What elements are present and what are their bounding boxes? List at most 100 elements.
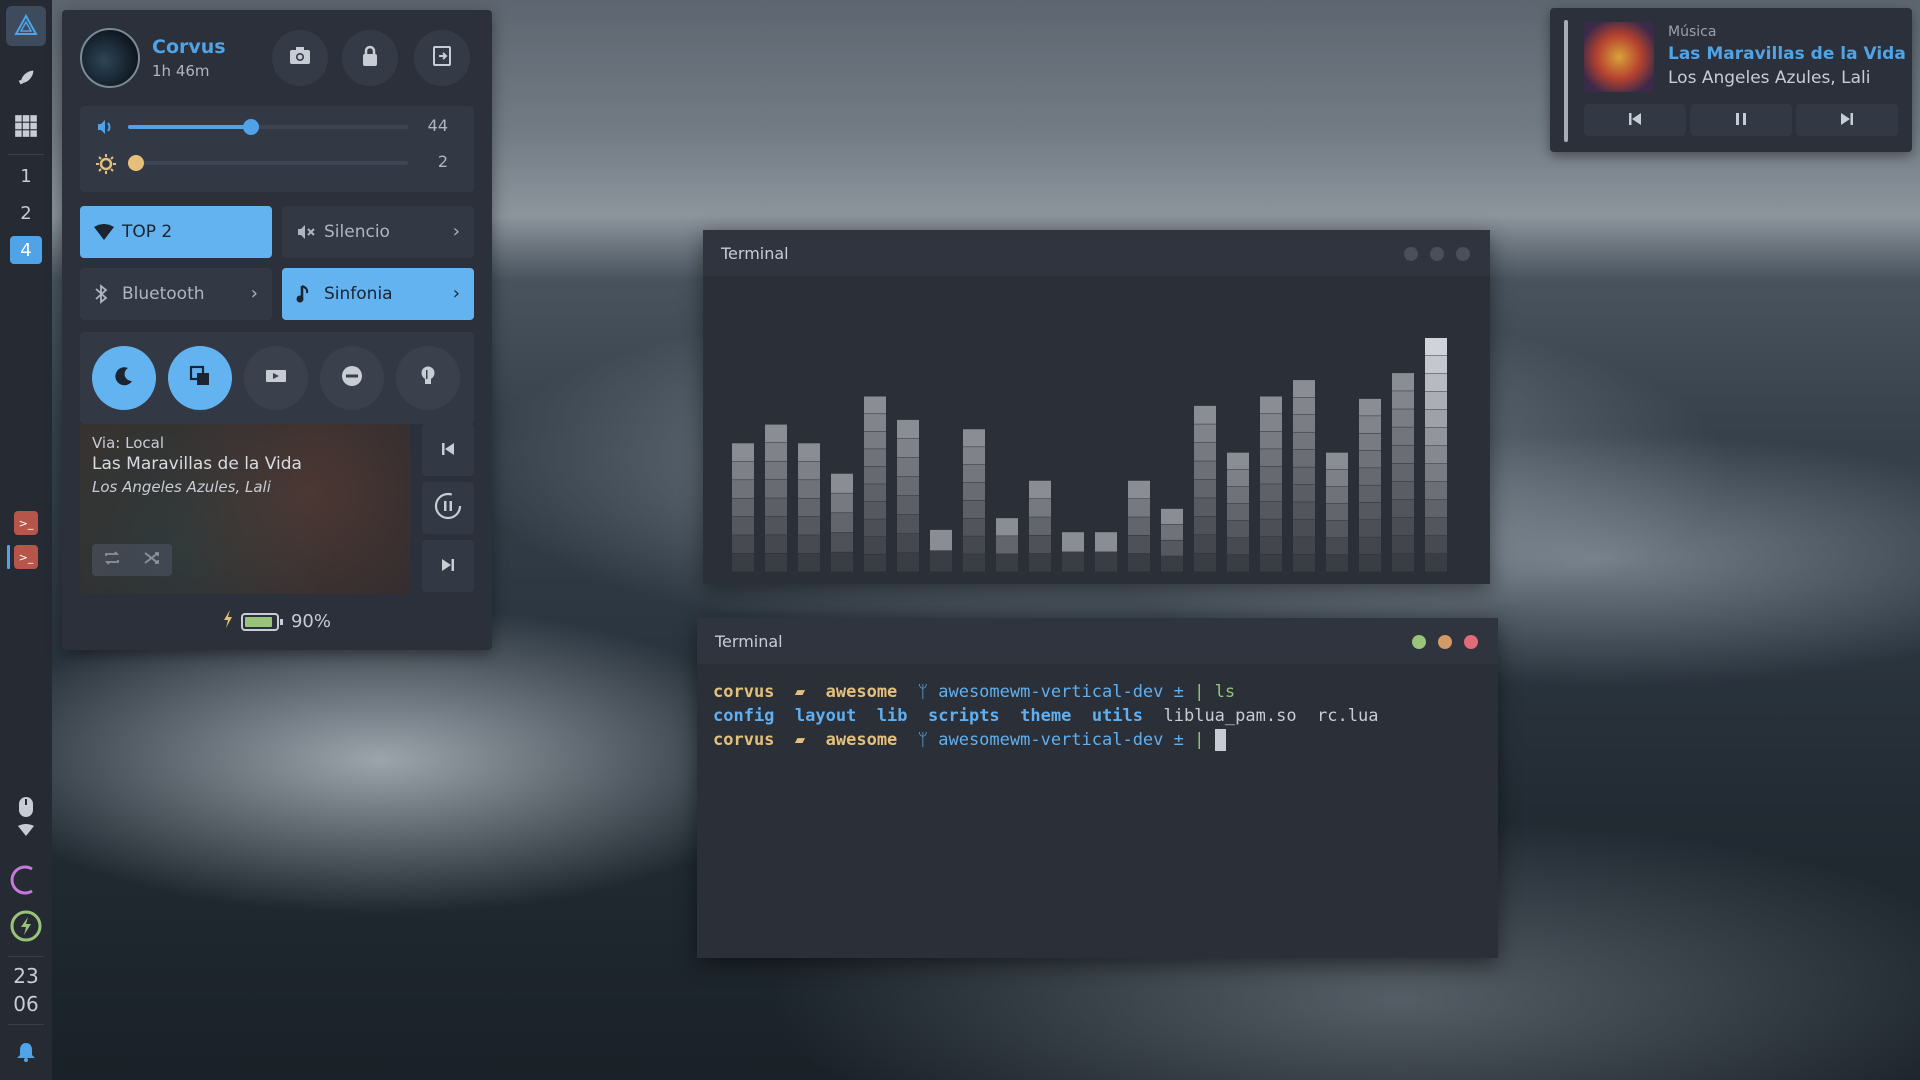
visualizer-bar — [1062, 532, 1084, 552]
lightbulb-toggle[interactable] — [396, 346, 460, 410]
lock-icon — [361, 45, 379, 71]
terminal-app-icon[interactable]: >_ — [14, 545, 38, 569]
ls-dir: layout — [794, 706, 857, 726]
maximize-button[interactable] — [1438, 635, 1452, 649]
compositor-toggle[interactable] — [168, 346, 232, 410]
lock-button[interactable] — [342, 30, 398, 86]
volume-slider-knob[interactable] — [243, 119, 260, 135]
tag-1[interactable]: 1 — [10, 162, 42, 190]
screenshot-button[interactable] — [272, 30, 328, 86]
prompt-dir: awesome — [825, 730, 898, 750]
visualizer-bar — [963, 536, 985, 554]
night-mode-toggle[interactable] — [92, 346, 156, 410]
notification-pause-button[interactable] — [1690, 104, 1792, 136]
camera-icon — [289, 46, 311, 70]
visualizer-bar — [765, 443, 787, 461]
text-cursor — [1214, 729, 1226, 751]
visualizer-bar — [1392, 517, 1414, 536]
wifi-small-icon[interactable] — [6, 818, 46, 842]
volume-slider[interactable] — [128, 119, 408, 135]
launcher-icon[interactable] — [6, 6, 46, 46]
battery-ring-icon[interactable] — [6, 906, 46, 946]
visualizer-bar — [765, 424, 787, 443]
terminal-window-shell[interactable]: Terminal corvus ▰ awesome ᛘ awesomewm-ve… — [697, 618, 1498, 958]
notification-previous-button[interactable] — [1584, 104, 1686, 136]
brightness-slider-knob[interactable] — [128, 155, 144, 171]
visualizer-bar — [897, 533, 919, 553]
visualizer-bar — [1425, 356, 1447, 374]
visualizer-bar — [1029, 553, 1051, 572]
visualizer-bar — [1194, 498, 1216, 517]
brightness-slider[interactable] — [128, 155, 408, 171]
previous-track-button[interactable] — [422, 424, 474, 476]
ls-file: liblua_pam.so — [1163, 706, 1297, 726]
visualizer-bar — [1260, 519, 1282, 537]
visualizer-bar — [798, 443, 820, 462]
play-pause-button[interactable] — [422, 482, 474, 534]
visualizer-bar — [897, 419, 919, 439]
bluetooth-toggle[interactable]: Bluetooth › — [80, 268, 272, 320]
ls-dir: theme — [1020, 706, 1072, 726]
maximize-button[interactable] — [1430, 247, 1444, 261]
media-artist: Los Angeles Azules, Lali — [92, 478, 271, 496]
terminal-window-visualizer[interactable]: Terminal — [703, 230, 1490, 584]
visualizer-bar — [1359, 502, 1381, 520]
visualizer-bar — [1359, 537, 1381, 555]
ls-file: rc.lua — [1317, 706, 1379, 726]
shuffle-icon[interactable] — [143, 550, 161, 570]
close-button[interactable] — [1456, 247, 1470, 261]
close-button[interactable] — [1464, 635, 1478, 649]
brightness-row: 2 — [80, 148, 474, 178]
prompt-user: corvus — [713, 682, 775, 702]
visualizer-bar — [864, 554, 886, 572]
notification-bell-icon[interactable] — [6, 1032, 46, 1072]
visualizer-bar — [732, 498, 754, 517]
moon-icon — [113, 365, 135, 391]
battery-tip — [279, 618, 283, 625]
notification-title: Las Maravillas de la Vida — [1668, 44, 1906, 64]
visualizer-bar — [1161, 508, 1183, 525]
repeat-icon[interactable] — [103, 550, 121, 570]
media-title: Las Maravillas de la Vida — [92, 454, 302, 474]
ls-output: config layout lib scripts theme utils li… — [713, 704, 1378, 728]
terminal-titlebar[interactable]: Terminal — [697, 618, 1498, 664]
screen-record-toggle[interactable] — [244, 346, 308, 410]
tag-2[interactable]: 2 — [10, 199, 42, 227]
minimize-button[interactable] — [1412, 635, 1426, 649]
visualizer-bar — [798, 480, 820, 498]
visualizer-bar — [864, 484, 886, 502]
prompt-branch: awesomewm-vertical-dev ± — [938, 730, 1184, 750]
visualizer-bar — [1425, 536, 1447, 554]
visualizer-bar — [864, 536, 886, 554]
visualizer-bar — [1029, 535, 1051, 554]
music-toggle[interactable]: Sinfonia › — [282, 268, 474, 320]
visualizer-bar — [1392, 481, 1414, 500]
bell-off-icon — [296, 223, 324, 241]
apps-grid-icon[interactable] — [6, 106, 46, 146]
logout-button[interactable] — [414, 30, 470, 86]
notification-next-button[interactable] — [1796, 104, 1898, 136]
control-center: Corvus 1h 46m 44 2 TOP 2 Silencio › Blue… — [62, 10, 492, 650]
terminal-app-icon[interactable]: >_ — [14, 511, 38, 535]
wifi-toggle[interactable]: TOP 2 — [80, 206, 272, 258]
visualizer-bar — [963, 447, 985, 465]
avatar — [80, 28, 140, 88]
rocket-icon[interactable] — [6, 58, 46, 98]
visualizer-bar — [765, 516, 787, 535]
next-track-button[interactable] — [422, 540, 474, 592]
ls-dir: utils — [1091, 706, 1144, 726]
media-player-art: Via: Local Las Maravillas de la Vida Los… — [80, 424, 410, 594]
visualizer-bar — [1260, 466, 1282, 484]
prompt-branch: awesomewm-vertical-dev ± — [938, 682, 1184, 702]
visualizer-bar — [1293, 397, 1315, 415]
visualizer-bar — [963, 429, 985, 447]
tag-4-active[interactable]: 4 — [10, 236, 42, 264]
visualizer-bar — [1260, 501, 1282, 519]
terminal-titlebar[interactable]: Terminal — [703, 230, 1490, 276]
visualizer-bar — [963, 518, 985, 536]
cpu-ring-icon[interactable] — [6, 860, 46, 900]
dnd-toggle[interactable]: Silencio › — [282, 206, 474, 258]
minimize-button[interactable] — [1404, 247, 1418, 261]
do-not-disturb-toggle[interactable] — [320, 346, 384, 410]
music-notification: Música Las Maravillas de la Vida Los Ang… — [1550, 8, 1912, 152]
